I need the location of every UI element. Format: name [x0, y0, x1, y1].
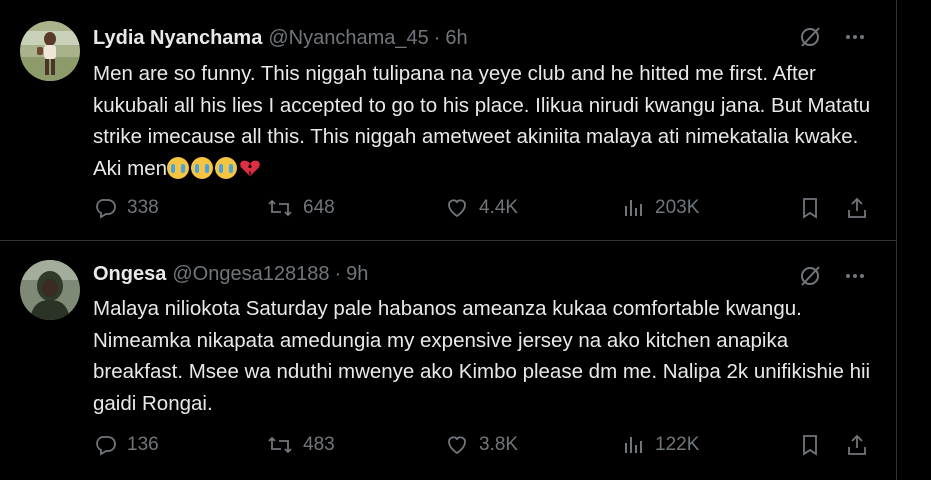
tweet-actions: 338 648 4.4K 203K — [93, 193, 883, 223]
right-panel-edge — [896, 0, 931, 480]
bookmark-icon — [803, 198, 817, 219]
reply-button[interactable]: 136 — [93, 430, 159, 460]
tweet-header: Ongesa @Ongesa128188 · 9h — [93, 260, 368, 288]
tweet[interactable]: Lydia Nyanchama @Nyanchama_45 · 6h Men a… — [0, 0, 896, 241]
display-name[interactable]: Ongesa — [93, 263, 166, 286]
tweet-top-actions — [798, 25, 866, 49]
avatar[interactable] — [20, 21, 80, 81]
tweet[interactable]: Ongesa @Ongesa128188 · 9h Malaya nilioko… — [0, 241, 896, 480]
separator-dot: · — [334, 262, 342, 285]
share-button[interactable] — [845, 193, 879, 223]
views-button[interactable]: 122K — [623, 430, 699, 460]
retweet-icon — [268, 199, 292, 217]
retweet-count: 483 — [303, 434, 335, 455]
share-button[interactable] — [845, 430, 879, 460]
avatar[interactable] — [20, 260, 80, 320]
like-icon — [448, 436, 466, 455]
tweet-text: Men are so funny. This niggah tulipana n… — [93, 58, 883, 184]
retweet-button[interactable]: 483 — [267, 430, 335, 460]
views-icon — [625, 200, 642, 216]
grok-icon[interactable] — [798, 25, 822, 49]
user-handle[interactable]: @Ongesa128188 — [172, 263, 329, 286]
grok-icon[interactable] — [798, 264, 822, 288]
more-icon[interactable] — [844, 265, 866, 287]
view-count: 122K — [655, 434, 700, 455]
tweet-text: Malaya niliokota Saturday pale habanos a… — [93, 297, 876, 415]
like-icon — [448, 199, 466, 218]
reply-count: 136 — [127, 434, 159, 455]
retweet-icon — [268, 436, 292, 454]
reply-icon — [96, 436, 116, 456]
like-button[interactable]: 3.8K — [445, 430, 518, 460]
views-icon — [625, 437, 642, 453]
retweet-count: 648 — [303, 197, 335, 218]
reply-count: 338 — [127, 197, 159, 218]
reply-button[interactable]: 338 — [93, 193, 159, 223]
loudly-crying-face-icon — [191, 156, 214, 179]
loudly-crying-face-icon — [215, 156, 238, 179]
separator-dot: · — [433, 26, 441, 49]
like-count: 3.8K — [479, 434, 519, 455]
timestamp[interactable]: 6h — [445, 27, 467, 50]
retweet-button[interactable]: 648 — [267, 193, 335, 223]
view-count: 203K — [655, 197, 700, 218]
like-count: 4.4K — [479, 197, 519, 218]
like-button[interactable]: 4.4K — [445, 193, 518, 223]
views-button[interactable]: 203K — [623, 193, 699, 223]
bookmark-button[interactable] — [799, 193, 831, 223]
bookmark-icon — [803, 435, 817, 456]
share-icon — [848, 197, 866, 218]
bookmark-button[interactable] — [799, 430, 831, 460]
user-handle[interactable]: @Nyanchama_45 — [268, 27, 428, 50]
share-icon — [848, 434, 866, 455]
tweet-actions: 136 483 3.8K 122K — [93, 430, 883, 460]
display-name[interactable]: Lydia Nyanchama — [93, 27, 262, 50]
timeline-feed: Lydia Nyanchama @Nyanchama_45 · 6h Men a… — [0, 0, 896, 480]
broken-heart-icon — [240, 160, 260, 176]
tweet-top-actions — [798, 264, 866, 288]
reply-icon — [96, 199, 116, 219]
tweet-header: Lydia Nyanchama @Nyanchama_45 · 6h — [93, 24, 468, 52]
timestamp[interactable]: 9h — [346, 263, 368, 286]
loudly-crying-face-icon — [167, 156, 190, 179]
more-icon[interactable] — [844, 26, 866, 48]
